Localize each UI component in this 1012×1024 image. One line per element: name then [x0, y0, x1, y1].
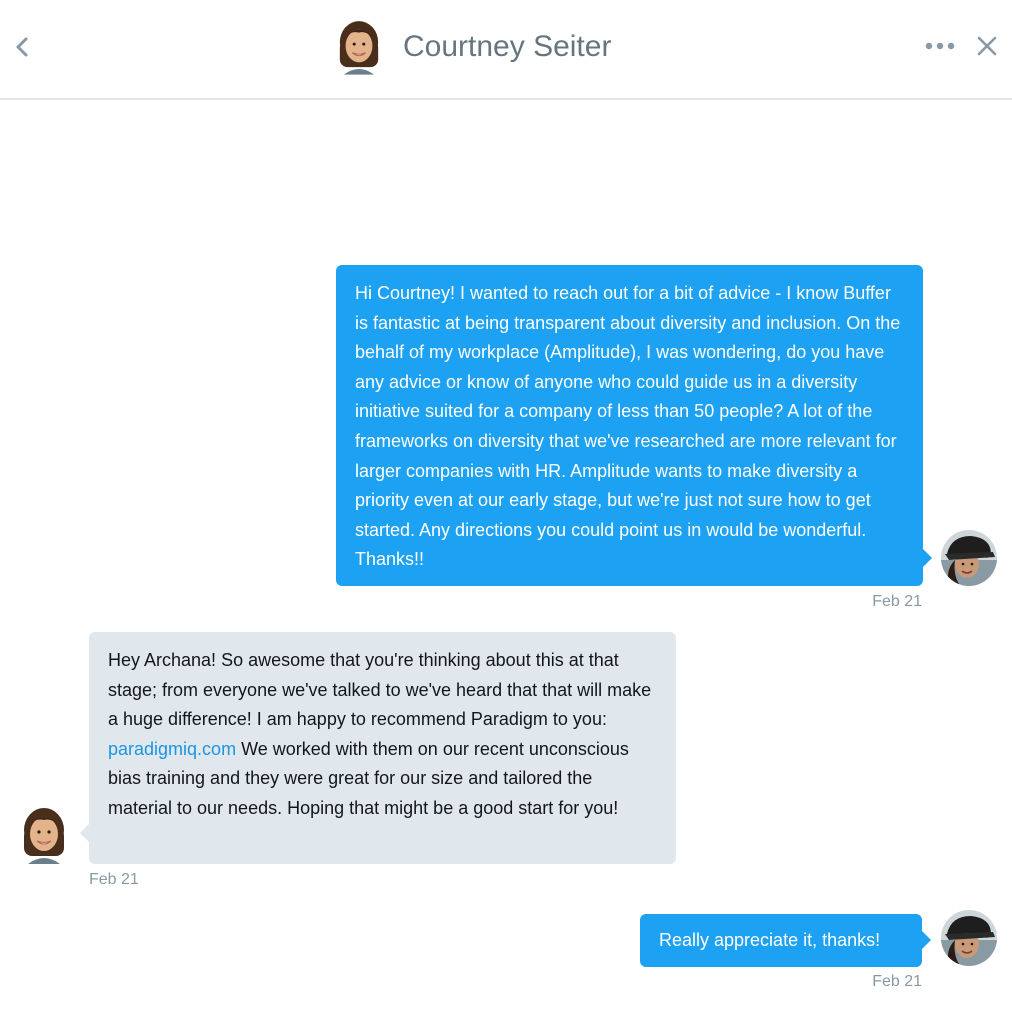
bubble-tail — [922, 931, 931, 949]
user-avatar[interactable] — [941, 910, 997, 966]
close-button[interactable] — [974, 33, 1000, 59]
message-timestamp: Feb 21 — [872, 593, 922, 610]
close-icon — [977, 36, 997, 56]
conversation-header: Courtney Seiter — [0, 0, 1012, 100]
contact-avatar[interactable] — [20, 806, 68, 864]
contact-avatar[interactable] — [336, 19, 382, 75]
more-options-button[interactable] — [924, 34, 956, 58]
message-text: Really appreciate it, thanks! — [659, 930, 881, 950]
more-horizontal-icon — [925, 42, 955, 50]
conversation-title: Courtney Seiter — [403, 30, 612, 63]
message-bubble-incoming: Hey Archana! So awesome that you're thin… — [80, 632, 676, 864]
user-avatar[interactable] — [941, 530, 997, 586]
message-bubble-outgoing: Really appreciate it, thanks! — [640, 914, 931, 967]
bubble-tail — [923, 549, 932, 567]
chevron-left-icon — [16, 37, 28, 57]
message-text: Hi Courtney! I wanted to reach out for a… — [355, 283, 901, 570]
message-timestamp: Feb 21 — [872, 973, 922, 990]
back-button[interactable] — [10, 30, 36, 64]
message-link[interactable]: paradigmiq.com — [108, 739, 236, 759]
message-timestamp: Feb 21 — [89, 871, 139, 888]
message-bubble-outgoing: Hi Courtney! I wanted to reach out for a… — [336, 265, 932, 586]
message-text: Hey Archana! So awesome that you're thin… — [108, 650, 652, 730]
bubble-tail — [80, 824, 89, 842]
